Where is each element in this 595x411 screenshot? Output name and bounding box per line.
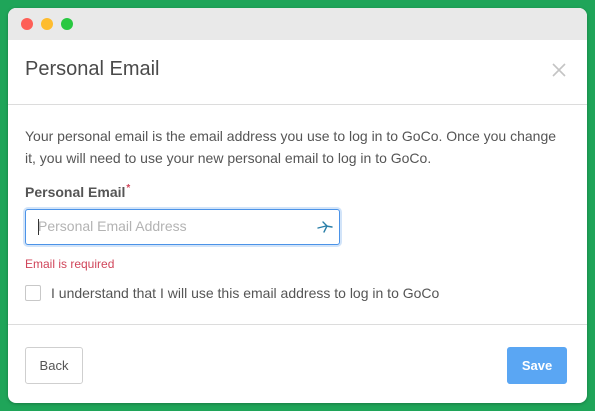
text-cursor bbox=[38, 219, 39, 235]
confirm-row: I understand that I will use this email … bbox=[25, 285, 439, 301]
window-maximize-button[interactable] bbox=[61, 18, 73, 30]
email-field-wrapper bbox=[25, 209, 340, 245]
autofill-key-icon[interactable] bbox=[317, 220, 333, 234]
field-label-text: Personal Email bbox=[25, 184, 126, 200]
window-close-button[interactable] bbox=[21, 18, 33, 30]
app-window: Personal Email Your personal email is th… bbox=[8, 8, 587, 403]
window-minimize-button[interactable] bbox=[41, 18, 53, 30]
save-button[interactable]: Save bbox=[507, 347, 567, 384]
required-marker: * bbox=[126, 183, 131, 194]
email-field[interactable] bbox=[26, 210, 308, 242]
close-icon[interactable] bbox=[551, 62, 567, 78]
confirm-checkbox[interactable] bbox=[25, 285, 41, 301]
modal-header: Personal Email bbox=[8, 40, 587, 105]
confirm-checkbox-label[interactable]: I understand that I will use this email … bbox=[51, 285, 439, 301]
back-button[interactable]: Back bbox=[25, 347, 83, 384]
description-text: Your personal email is the email address… bbox=[25, 128, 557, 166]
window-titlebar bbox=[8, 8, 587, 40]
field-error: Email is required bbox=[25, 257, 115, 271]
field-label: Personal Email* bbox=[25, 183, 131, 200]
modal-title: Personal Email bbox=[25, 58, 160, 80]
modal-footer: Back Save bbox=[8, 324, 587, 403]
